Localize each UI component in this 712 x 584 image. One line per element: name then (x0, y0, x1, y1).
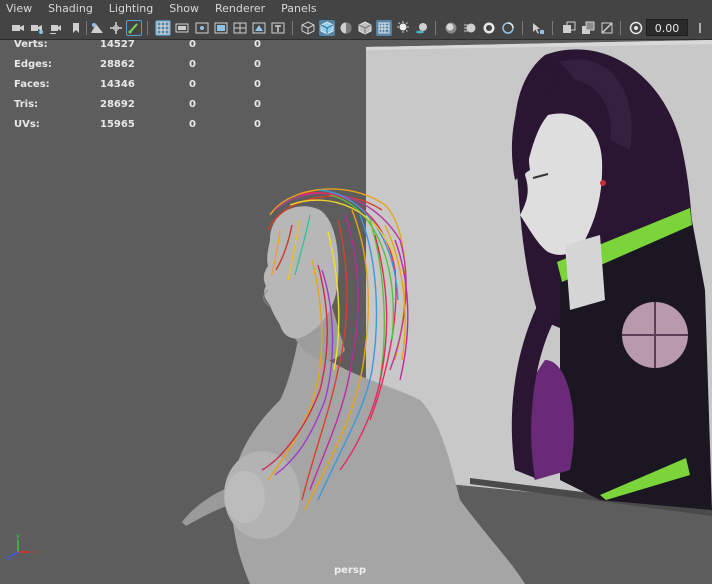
shadows-icon[interactable] (414, 20, 430, 36)
safe-title-icon[interactable] (270, 20, 286, 36)
3d-viewport[interactable]: Verts: 14527 0 0 Edges: 28862 0 0 Faces:… (0, 40, 712, 584)
menu-shading[interactable]: Shading (40, 2, 101, 15)
hud-label: Faces: (14, 79, 50, 90)
axis-z-label: z (7, 555, 11, 562)
hud-value: 28692 (100, 99, 135, 110)
select-camera-icon[interactable] (10, 20, 26, 36)
wireframe-on-shaded-icon[interactable] (319, 20, 335, 36)
camera-name-label: persp (334, 565, 366, 576)
wireframe-icon[interactable] (300, 20, 316, 36)
paint-tool-icon[interactable] (126, 20, 142, 36)
use-all-lights-icon[interactable] (395, 20, 411, 36)
menu-show[interactable]: Show (161, 2, 207, 15)
axis-gizmo: y x z (7, 533, 37, 562)
safe-action-icon[interactable] (251, 20, 267, 36)
hud-label: UVs: (14, 119, 40, 130)
screen-space-ao-icon[interactable] (443, 20, 459, 36)
grid-icon[interactable] (155, 20, 171, 36)
hud-value: 0 (189, 99, 196, 110)
hud-value: 0 (254, 79, 261, 90)
film-gate-icon[interactable] (174, 20, 190, 36)
hud-value: 14527 (100, 40, 135, 50)
axis-y-label: y (16, 533, 20, 540)
hud-value: 0 (254, 40, 261, 50)
xray-active-components-icon[interactable] (580, 20, 596, 36)
hud-label: Verts: (14, 40, 48, 50)
backface-culling-icon[interactable] (599, 20, 615, 36)
panel-toolbar (0, 17, 712, 40)
smooth-shade-icon[interactable] (338, 20, 354, 36)
exposure-icon[interactable] (628, 20, 644, 36)
menu-view[interactable]: View (0, 2, 40, 15)
axis-x-label: x (33, 549, 37, 556)
menu-panels[interactable]: Panels (273, 2, 324, 15)
move-pivot-icon[interactable] (108, 20, 124, 36)
hud-value: 15965 (100, 119, 135, 130)
xray-mode-icon[interactable] (376, 20, 392, 36)
xray-joints-icon[interactable] (561, 20, 577, 36)
hud-label: Tris: (14, 99, 39, 110)
hud-value: 0 (254, 99, 261, 110)
panel-menubar: View Shading Lighting Show Renderer Pane… (0, 0, 712, 17)
hud-value: 0 (254, 59, 261, 70)
menu-lighting[interactable]: Lighting (101, 2, 161, 15)
image-plane-icon[interactable] (89, 20, 105, 36)
hud-label: Edges: (14, 59, 52, 70)
camera-zoom-field[interactable]: 0.00 (646, 19, 688, 36)
isolate-select-icon[interactable] (530, 20, 546, 36)
hud-value: 14346 (100, 79, 135, 90)
hud-value: 0 (189, 59, 196, 70)
bookmark-icon[interactable] (68, 20, 84, 36)
default-material-icon[interactable] (357, 20, 373, 36)
depth-of-field-icon[interactable] (500, 20, 516, 36)
motion-blur-icon[interactable] (462, 20, 478, 36)
camera-attributes-icon[interactable] (29, 20, 45, 36)
camera-previous-icon[interactable] (48, 20, 64, 36)
hud-value: 28862 (100, 59, 135, 70)
multisample-aa-icon[interactable] (481, 20, 497, 36)
toolbar-more-icon[interactable] (692, 20, 708, 36)
menu-renderer[interactable]: Renderer (207, 2, 273, 15)
hud-value: 0 (254, 119, 261, 130)
gate-mask-icon[interactable] (213, 20, 229, 36)
hud-value: 0 (189, 79, 196, 90)
hud-value: 0 (189, 119, 196, 130)
resolution-gate-icon[interactable] (194, 20, 210, 36)
hud-value: 0 (189, 40, 196, 50)
field-chart-icon[interactable] (232, 20, 248, 36)
